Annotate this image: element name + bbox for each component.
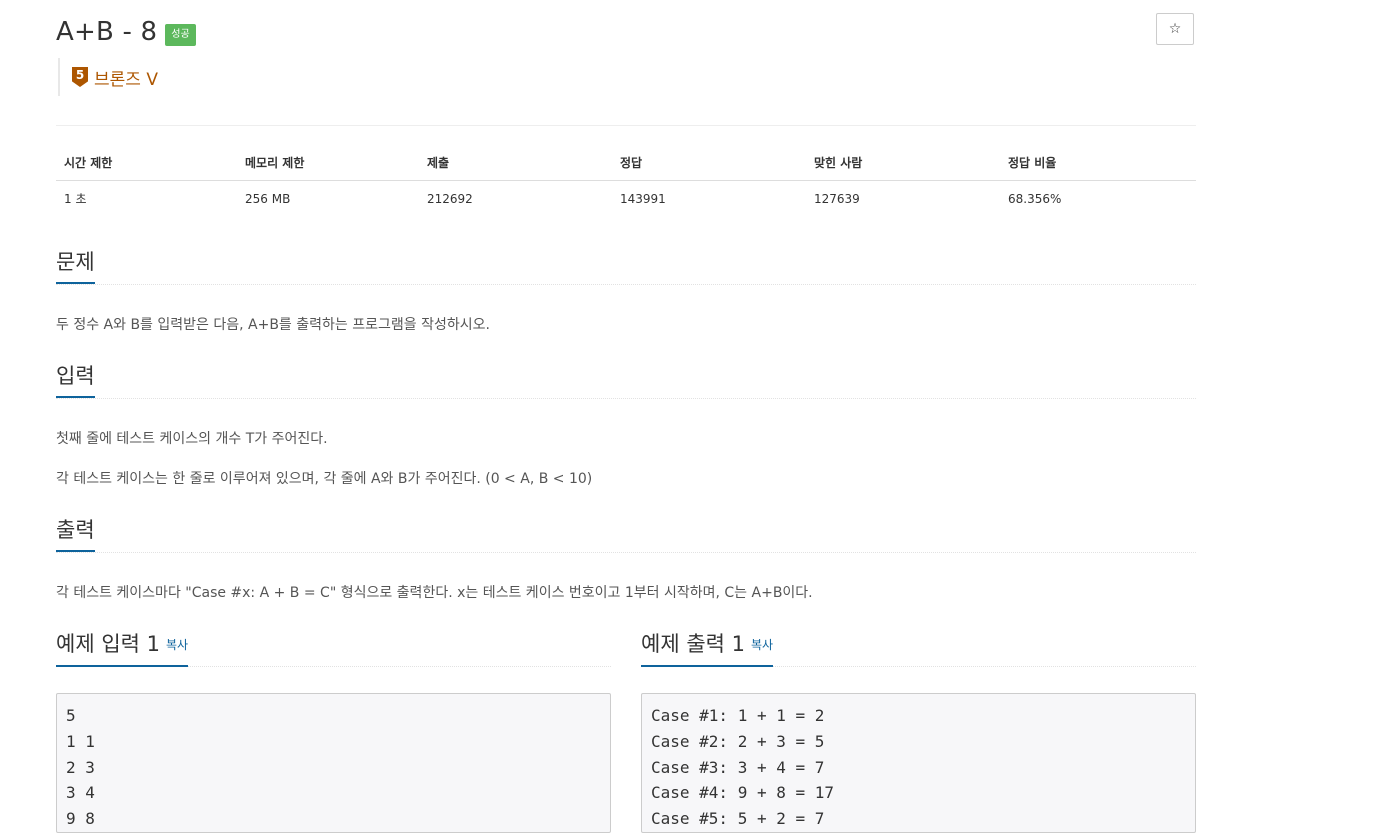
header-accept-rate: 정답 비율 (1000, 145, 1196, 181)
sample-output-section: 예제 출력 1 복사 (641, 630, 1196, 667)
sample-input-box[interactable]: 5 1 1 2 3 3 4 9 8 5 2 (56, 693, 611, 833)
input-section: 입력 첫째 줄에 테스트 케이스의 개수 T가 주어진다. 각 테스트 케이스는… (56, 362, 1196, 489)
problem-info-table: 시간 제한 메모리 제한 제출 정답 맞힌 사람 정답 비율 1 초 256 M… (56, 145, 1196, 216)
output-section: 출력 각 테스트 케이스마다 "Case #x: A + B = C" 형식으로… (56, 516, 1196, 603)
input-text-1: 첫째 줄에 테스트 케이스의 개수 T가 주어진다. (56, 431, 328, 447)
input-text-2: 각 테스트 케이스는 한 줄로 이루어져 있으며, 각 줄에 A와 B가 주어진… (56, 471, 593, 487)
problem-header: A+B - 8 성공 (56, 14, 196, 50)
table-header-row: 시간 제한 메모리 제한 제출 정답 맞힌 사람 정답 비율 (56, 145, 1196, 181)
section-header: 예제 입력 1 복사 (56, 630, 611, 667)
sample-output-box[interactable]: Case #1: 1 + 1 = 2 Case #2: 2 + 3 = 5 Ca… (641, 693, 1196, 833)
tier-label[interactable]: 브론즈 V (94, 65, 158, 90)
problem-page: A+B - 8 성공 ☆ 5 브론즈 V 시간 제한 메모리 제한 제출 정답 … (0, 0, 1394, 833)
accepted-value: 143991 (620, 191, 666, 206)
section-header: 입력 (56, 362, 1196, 399)
star-icon: ☆ (1168, 21, 1182, 37)
time-limit-value: 1 초 (64, 192, 87, 206)
section-header: 출력 (56, 516, 1196, 553)
solved-users-value[interactable]: 127639 (806, 181, 1000, 217)
bronze-tier-icon: 5 (72, 67, 88, 87)
table-row: 1 초 256 MB 212692 143991 127639 68.356% (56, 181, 1196, 217)
section-title: 입력 (56, 362, 95, 398)
section-header: 예제 출력 1 복사 (641, 630, 1196, 667)
copy-input-button[interactable]: 복사 (166, 638, 188, 652)
description-text: 두 정수 A와 B를 입력받은 다음, A+B를 출력하는 프로그램을 작성하시… (56, 317, 490, 333)
favorite-button[interactable]: ☆ (1156, 13, 1194, 45)
header-submissions: 제출 (419, 145, 612, 181)
sample-input-section: 예제 입력 1 복사 (56, 630, 611, 667)
status-badge: 성공 (165, 24, 196, 46)
header-divider (56, 125, 1196, 126)
header-solved-users: 맞힌 사람 (806, 145, 1000, 181)
section-title: 문제 (56, 248, 95, 284)
accept-rate-value: 68.356% (1008, 191, 1062, 206)
sample-input-title: 예제 입력 1 (56, 632, 160, 656)
header-time-limit: 시간 제한 (56, 145, 237, 181)
problem-title: A+B - 8 (56, 17, 158, 47)
section-header: 문제 (56, 248, 1196, 285)
sample-output-title: 예제 출력 1 (641, 632, 745, 656)
section-title: 예제 출력 1 복사 (641, 630, 774, 667)
description-section: 문제 두 정수 A와 B를 입력받은 다음, A+B를 출력하는 프로그램을 작… (56, 248, 1196, 335)
memory-limit-value: 256 MB (245, 191, 291, 206)
section-title: 예제 입력 1 복사 (56, 630, 189, 667)
header-accepted: 정답 (612, 145, 806, 181)
header-memory-limit: 메모리 제한 (237, 145, 419, 181)
copy-output-button[interactable]: 복사 (751, 638, 773, 652)
section-title: 출력 (56, 516, 95, 552)
submissions-value[interactable]: 212692 (419, 181, 612, 217)
output-text: 각 테스트 케이스마다 "Case #x: A + B = C" 형식으로 출력… (56, 585, 813, 601)
tier-info: 5 브론즈 V (58, 58, 158, 96)
